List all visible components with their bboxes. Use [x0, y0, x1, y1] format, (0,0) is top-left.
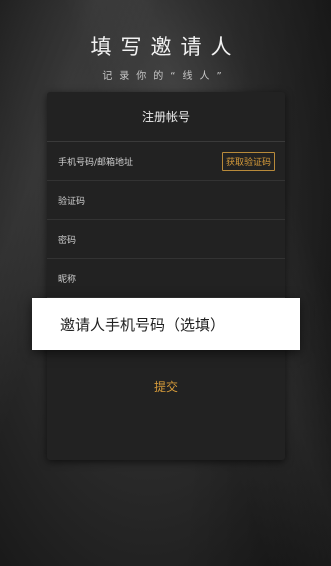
get-code-button[interactable]: 获取验证码: [221, 151, 275, 171]
phone-email-label: 手机号码/邮箱地址: [58, 157, 134, 168]
inviter-phone-field[interactable]: 邀请人手机号码（选填）: [32, 298, 300, 350]
inviter-phone-label: 邀请人手机号码（选填）: [60, 315, 226, 334]
submit-button[interactable]: 提交: [47, 378, 285, 395]
verification-code-label: 验证码: [58, 196, 86, 207]
nickname-label: 昵称: [58, 274, 77, 285]
password-field[interactable]: 密码: [47, 220, 285, 259]
page-subtitle: 记录你的“线人”: [102, 71, 229, 82]
verification-code-field[interactable]: 验证码: [47, 181, 285, 220]
nickname-field[interactable]: 昵称: [47, 259, 285, 298]
page-title: 填写邀请人: [90, 35, 241, 59]
password-label: 密码: [58, 235, 77, 246]
phone-email-field[interactable]: 手机号码/邮箱地址 获取验证码: [47, 142, 285, 181]
register-card: 注册帐号 手机号码/邮箱地址 获取验证码 验证码 密码 昵称 提交: [47, 92, 285, 460]
card-title: 注册帐号: [47, 92, 285, 142]
